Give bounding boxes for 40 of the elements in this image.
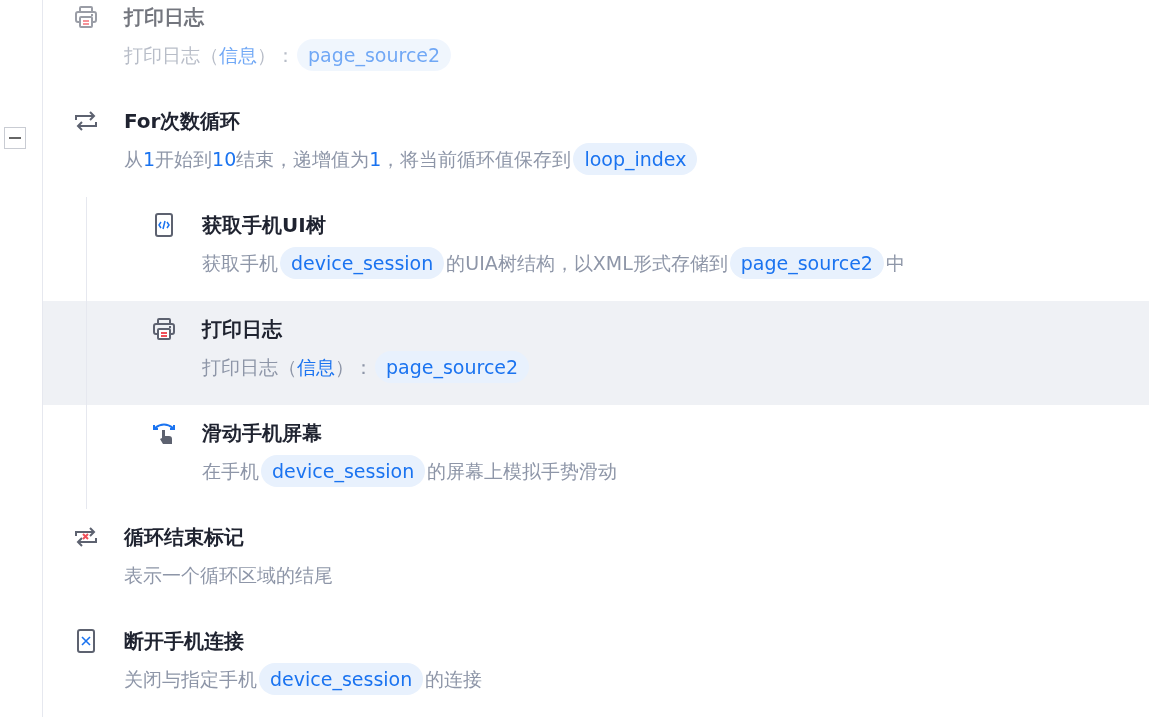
description-text: 关闭与指定手机 xyxy=(124,666,257,692)
param-value: 1 xyxy=(143,146,156,172)
description-text: 打印日志（ xyxy=(124,42,219,68)
printer-icon xyxy=(151,316,177,342)
description-text: 表示一个循环区域的结尾 xyxy=(124,562,333,588)
description-text: 打印日志（ xyxy=(202,354,297,380)
description-text: 中 xyxy=(885,250,905,276)
description-text: ，将当前循环值保存到 xyxy=(381,146,572,172)
description-text: 的屏幕上模拟手势滑动 xyxy=(427,458,618,484)
description-text: 的连接 xyxy=(425,666,483,692)
description-text: ）： xyxy=(335,354,373,380)
description-text: 结束，递增值为 xyxy=(236,146,370,172)
minus-icon xyxy=(9,137,21,139)
step-title: 滑动手机屏幕 xyxy=(202,420,323,447)
param-value: 信息 xyxy=(297,354,335,380)
description-text: 的UIA树结构，以XML形式存储到 xyxy=(446,250,728,276)
variable-tag: device_session xyxy=(259,663,424,695)
step-title: 获取手机UI树 xyxy=(202,212,327,239)
variable-tag: page_source2 xyxy=(375,351,530,383)
selected-row[interactable]: 打印日志 打印日志（信息）： page_source2 xyxy=(43,301,1149,405)
variable-tag: loop_index xyxy=(573,143,698,175)
step-title: 打印日志 xyxy=(202,316,283,343)
param-value: 1 xyxy=(369,146,382,172)
variable-tag: page_source2 xyxy=(729,247,884,279)
description-text: 开始到 xyxy=(155,146,213,172)
step-title: 断开手机连接 xyxy=(124,628,245,655)
description-text: 在手机 xyxy=(202,458,259,484)
description-text: ）： xyxy=(257,42,295,68)
step-title: 打印日志 xyxy=(124,4,205,31)
description-text: 从 xyxy=(124,146,143,172)
param-value: 信息 xyxy=(219,42,257,68)
collapse-button[interactable] xyxy=(4,127,26,149)
param-value: 10 xyxy=(212,146,237,172)
variable-tag: page_source2 xyxy=(297,39,452,71)
step-title: For次数循环 xyxy=(124,108,242,135)
variable-tag: device_session xyxy=(261,455,426,487)
description-text: 获取手机 xyxy=(202,250,278,276)
variable-tag: device_session xyxy=(280,247,445,279)
printer-icon xyxy=(73,4,99,30)
step-title: 循环结束标记 xyxy=(124,524,245,551)
